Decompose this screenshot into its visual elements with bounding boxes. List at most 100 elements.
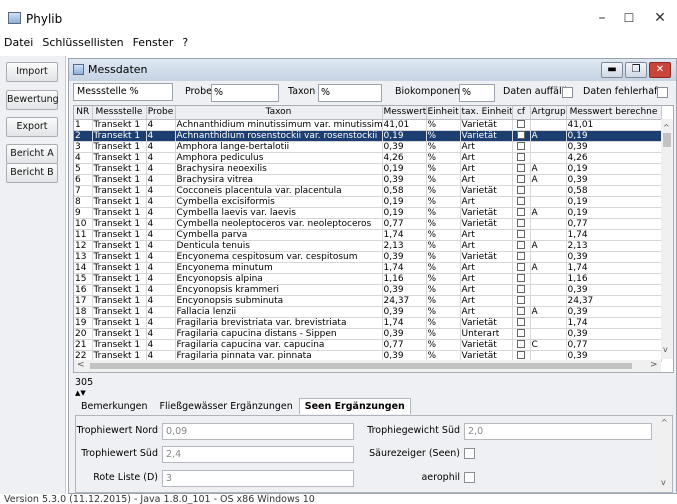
column-header[interactable]: Artgruppe	[530, 106, 567, 120]
table-row[interactable]: 12 Transekt 1 4 Denticula tenuis 2,13% Art A 2,…	[74, 240, 662, 252]
trophie-nord-field[interactable]: 0,09	[162, 423, 354, 440]
column-header[interactable]: Messwert	[382, 106, 427, 120]
column-header[interactable]: Messwert berechne	[566, 106, 662, 120]
table-cell	[530, 152, 567, 164]
bericht-b-button[interactable]: Bericht B	[6, 163, 58, 183]
biokomponente-input[interactable]: %	[459, 84, 495, 102]
column-header[interactable]: Einheit	[426, 106, 461, 120]
cf-checkbox[interactable]	[517, 153, 525, 161]
aerophil-checkbox[interactable]	[464, 472, 475, 483]
tab-bemerkungen[interactable]: Bemerkungen	[75, 398, 154, 415]
table-row[interactable]: 4 Transekt 1 4 Amphora pediculus 4,26% Art 4,2…	[74, 152, 662, 164]
daten-auffaellig-checkbox[interactable]	[562, 87, 573, 98]
table-row[interactable]: 7 Transekt 1 4 Cocconeis placentula var. pl…	[74, 185, 662, 197]
table-row[interactable]: 11 Transekt 1 4 Cymbella parva 1,74% Art 1,74	[74, 229, 662, 241]
table-row[interactable]: 8 Transekt 1 4 Cymbella excisiformis 0,19% Ar…	[74, 196, 662, 208]
table-row[interactable]: 14 Transekt 1 4 Encyonema minutum 1,74% Art A 1…	[74, 262, 662, 274]
column-header[interactable]: Messstelle	[92, 106, 147, 120]
cf-checkbox[interactable]	[517, 296, 525, 304]
scroll-left-arrow[interactable]: <	[77, 360, 85, 370]
column-header[interactable]: cf	[512, 106, 531, 120]
saeurezeiger-checkbox[interactable]	[464, 448, 475, 459]
table-row[interactable]: 6 Transekt 1 4 Brachysira vitrea 0,39% Art A 0,…	[74, 174, 662, 186]
bewertung-button[interactable]: Bewertung	[6, 90, 59, 110]
messdaten-table: NR Messstelle Probe Taxon Messwert Einheit tax…	[73, 105, 674, 373]
cf-checkbox[interactable]	[517, 329, 525, 337]
export-button[interactable]: Export	[6, 117, 58, 137]
cf-checkbox[interactable]	[517, 318, 525, 326]
table-row[interactable]: 18 Transekt 1 4 Fallacia lenzii 0,39% Art A 0,3…	[74, 306, 662, 318]
cf-checkbox[interactable]	[517, 175, 525, 183]
table-row[interactable]: 15 Transekt 1 4 Encyonopsis alpina 1,16% Art 1…	[74, 273, 662, 285]
cf-checkbox[interactable]	[517, 263, 525, 271]
cf-checkbox[interactable]	[517, 274, 525, 282]
table-row[interactable]: 17 Transekt 1 4 Encyonopsis subminuta 24,37%…	[74, 295, 662, 307]
table-row[interactable]: 16 Transekt 1 4 Encyonopsis krammeri 0,39% Ar…	[74, 284, 662, 296]
table-row[interactable]: 10 Transekt 1 4 Cymbella neoleptoceros var.…	[74, 218, 662, 230]
cf-checkbox[interactable]	[517, 252, 525, 260]
tab-fliessgewaesser[interactable]: Fließgewässer Ergänzungen	[154, 398, 299, 415]
cf-checkbox[interactable]	[517, 197, 525, 205]
messstelle-filter[interactable]: Messstelle %	[73, 83, 173, 101]
tab-seen-ergaenzungen[interactable]: Seen Ergänzungen	[298, 398, 411, 414]
cf-checkbox[interactable]	[517, 164, 525, 172]
table-cell: Cymbella neoleptoceros var. neoleptocero…	[175, 218, 383, 230]
cf-checkbox[interactable]	[517, 186, 525, 194]
import-button[interactable]: Import	[6, 62, 58, 82]
cf-checkbox[interactable]	[517, 241, 525, 249]
h-scroll-thumb[interactable]	[90, 363, 632, 369]
saeurezeiger-label: Säurezeiger (Seen)	[369, 448, 460, 459]
inner-minimize-button[interactable]: ▬	[601, 62, 623, 78]
table-row[interactable]: 2 Transekt 1 4 Achnanthidium rosenstockii v…	[74, 130, 662, 142]
close-button[interactable]: ✕	[648, 8, 672, 28]
bericht-a-button[interactable]: Bericht A	[6, 144, 58, 164]
table-row[interactable]: 19 Transekt 1 4 Fragilaria brevistriata var…	[74, 317, 662, 329]
panel-vertical-scrollbar[interactable]: ^ v	[658, 416, 672, 492]
minimize-button[interactable]: –	[590, 8, 614, 28]
menu-schluessellisten[interactable]: Schlüssellisten	[42, 36, 123, 49]
trophiegewicht-sued-field[interactable]: 2,0	[464, 423, 652, 440]
column-header[interactable]: Taxon	[175, 106, 383, 120]
maximize-button[interactable]: ☐	[617, 8, 641, 28]
menu-datei[interactable]: Datei	[4, 36, 33, 49]
split-pane-divider[interactable]: ▲▼	[75, 389, 86, 397]
menu-help[interactable]: ?	[182, 36, 188, 49]
cf-checkbox[interactable]	[517, 142, 525, 150]
scroll-right-arrow[interactable]: >	[650, 360, 658, 370]
panel-scroll-up[interactable]: ^	[661, 418, 668, 427]
cf-checkbox[interactable]	[517, 208, 525, 216]
scroll-up-arrow[interactable]: ^	[663, 123, 670, 132]
table-row[interactable]: 5 Transekt 1 4 Brachysira neoexilis 0,19% Art…	[74, 163, 662, 175]
rote-liste-field[interactable]: 3	[162, 470, 354, 487]
trophie-sued-field[interactable]: 2,4	[162, 446, 354, 463]
cf-checkbox[interactable]	[517, 307, 525, 315]
panel-scroll-down[interactable]: v	[661, 478, 666, 487]
inner-close-button[interactable]: ✕	[649, 62, 671, 78]
horizontal-scrollbar[interactable]: < >	[74, 360, 661, 372]
cf-checkbox[interactable]	[517, 120, 525, 128]
table-cell: Fragilaria capucina var. capucina	[175, 339, 383, 351]
scroll-down-arrow[interactable]: v	[663, 345, 668, 354]
cf-checkbox[interactable]	[517, 230, 525, 238]
cf-checkbox[interactable]	[517, 285, 525, 293]
scroll-thumb[interactable]	[663, 133, 671, 147]
table-row[interactable]: 21 Transekt 1 4 Fragilaria capucina var. ca…	[74, 339, 662, 351]
inner-restore-button[interactable]: ❐	[625, 62, 647, 78]
table-row[interactable]: 9 Transekt 1 4 Cymbella laevis var. laevis 0…	[74, 207, 662, 219]
probe-input[interactable]: %	[211, 84, 279, 102]
table-row[interactable]: 13 Transekt 1 4 Encyonema cespitosum var. c…	[74, 251, 662, 263]
cf-checkbox[interactable]	[517, 340, 525, 348]
daten-fehlerhaft-checkbox[interactable]	[657, 87, 668, 98]
column-header[interactable]: NR	[74, 106, 93, 120]
column-header[interactable]: Probe	[146, 106, 176, 120]
column-header[interactable]: tax. Einheit	[460, 106, 513, 120]
menu-fenster[interactable]: Fenster	[133, 36, 174, 49]
taxon-input[interactable]: %	[318, 84, 382, 102]
vertical-scrollbar[interactable]: ^ v	[661, 119, 673, 359]
table-row[interactable]: 20 Transekt 1 4 Fragilaria capucina distans…	[74, 328, 662, 340]
table-row[interactable]: 3 Transekt 1 4 Amphora lange-bertalotii 0,39…	[74, 141, 662, 153]
cf-checkbox[interactable]	[517, 219, 525, 227]
table-row[interactable]: 1 Transekt 1 4 Achnanthidium minutissimum v…	[74, 119, 662, 131]
cf-checkbox[interactable]	[517, 351, 525, 359]
cf-checkbox[interactable]	[517, 131, 525, 139]
